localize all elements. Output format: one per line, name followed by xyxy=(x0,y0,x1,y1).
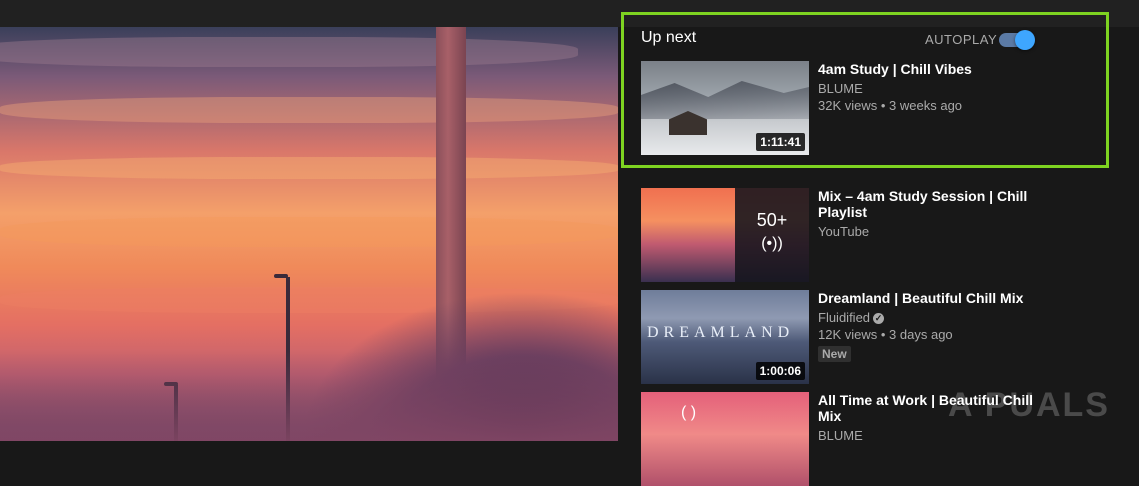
dot-separator: • xyxy=(880,98,890,113)
video-title[interactable]: Dreamland | Beautiful Chill Mix xyxy=(818,290,1048,306)
video-item-mix[interactable]: 50+ (•)) Mix – 4am Study Session | Chill… xyxy=(641,188,1061,282)
playlist-overlay: 50+ (•)) xyxy=(735,188,809,282)
video-meta: 4am Study | Chill Vibes BLUME 32K views … xyxy=(818,61,1048,115)
ground-haze xyxy=(0,351,618,441)
duration-badge: 1:11:41 xyxy=(756,133,805,151)
thumbnail-mark: ( ) xyxy=(681,404,697,421)
watermark-logo: A PUALS xyxy=(948,386,1110,424)
video-thumbnail[interactable]: DREAMLAND 1:00:06 xyxy=(641,290,809,384)
video-meta: Dreamland | Beautiful Chill Mix Fluidifi… xyxy=(818,290,1048,363)
view-count: 12K views xyxy=(818,327,878,342)
channel-name[interactable]: BLUME xyxy=(818,81,1048,97)
video-stats: 12K views • 3 days ago xyxy=(818,326,1048,344)
thumbnail-mountains xyxy=(641,81,809,119)
duration-badge: 1:00:06 xyxy=(755,362,805,380)
video-item-up-next[interactable]: 1:11:41 4am Study | Chill Vibes BLUME 32… xyxy=(641,61,1061,155)
video-thumbnail[interactable]: 1:11:41 xyxy=(641,61,809,155)
verified-check-icon: ✓ xyxy=(873,313,885,325)
video-title[interactable]: 4am Study | Chill Vibes xyxy=(818,61,1048,77)
playlist-count: 50+ xyxy=(756,210,788,230)
channel-name[interactable]: BLUME xyxy=(818,428,1048,444)
channel-name[interactable]: Fluidified ✓ xyxy=(818,310,1048,326)
channel-label: Fluidified xyxy=(818,310,871,325)
video-thumbnail[interactable]: ( ) xyxy=(641,392,809,486)
autoplay-label: AUTOPLAY xyxy=(925,32,998,47)
sky-band xyxy=(0,217,618,247)
video-player[interactable] xyxy=(0,27,618,441)
up-next-title: Up next xyxy=(641,29,697,46)
upload-age: 3 weeks ago xyxy=(889,98,963,113)
sky-band xyxy=(0,37,578,67)
video-meta: Mix – 4am Study Session | Chill Playlist… xyxy=(818,188,1048,240)
thumbnail-wordmark: DREAMLAND xyxy=(647,324,795,341)
autoplay-toggle[interactable] xyxy=(999,30,1035,50)
sky-band xyxy=(0,97,618,123)
toggle-knob xyxy=(1015,30,1035,50)
video-thumbnail[interactable]: 50+ (•)) xyxy=(641,188,809,282)
upload-age: 3 days ago xyxy=(889,327,953,342)
video-stats: 32K views • 3 weeks ago xyxy=(818,97,1048,115)
mix-radio-icon: (•)) xyxy=(761,235,783,252)
new-badge: New xyxy=(818,346,851,362)
dot-separator: • xyxy=(880,327,890,342)
sky-band xyxy=(0,157,618,179)
view-count: 32K views xyxy=(818,98,878,113)
street-lamp-head xyxy=(274,274,288,278)
video-title[interactable]: Mix – 4am Study Session | Chill Playlist xyxy=(818,188,1048,220)
channel-name[interactable]: YouTube xyxy=(818,224,1048,240)
video-item-dreamland[interactable]: DREAMLAND 1:00:06 Dreamland | Beautiful … xyxy=(641,290,1061,384)
